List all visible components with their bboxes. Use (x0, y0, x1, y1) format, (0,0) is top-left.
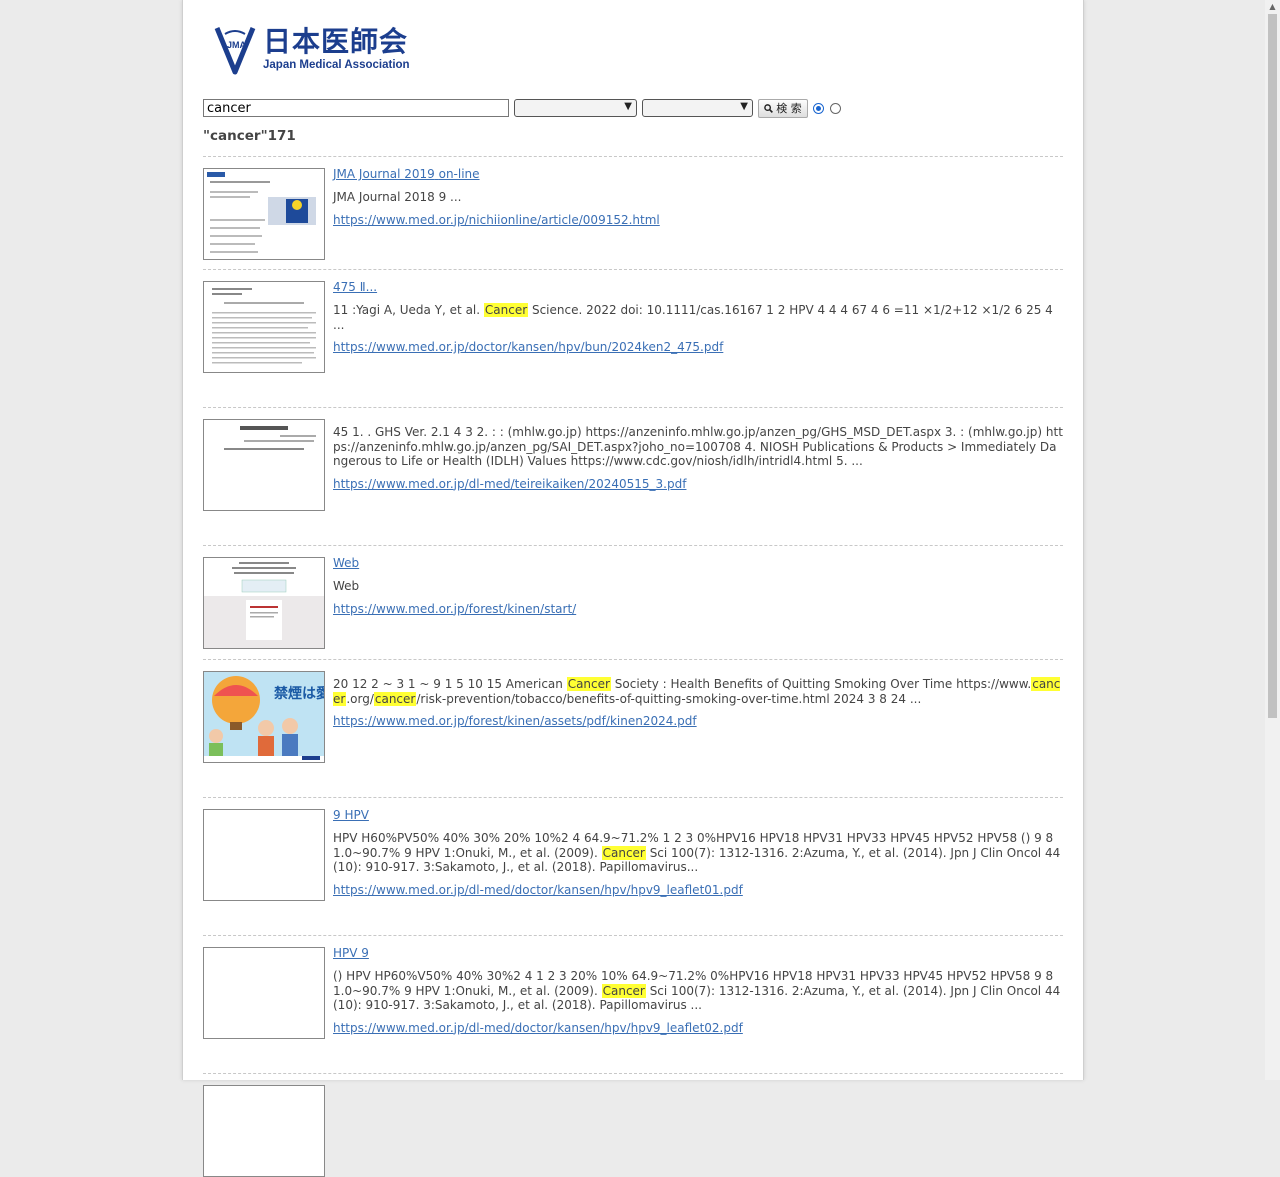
result-count: "cancer"171 (203, 128, 296, 144)
result-url-link[interactable]: https://www.med.or.jp/dl-med/doctor/kans… (333, 1021, 1063, 1035)
page-scrollbar[interactable]: ▲ (1265, 0, 1280, 1080)
search-result: Web Web https://www.med.or.jp/forest/kin… (203, 545, 1063, 659)
scroll-up-arrow-icon[interactable]: ▲ (1265, 0, 1280, 14)
search-result: 9 HPV HPV H60%PV50% 40% 30% 20% 10%2 4 6… (203, 797, 1063, 935)
result-url-link[interactable]: https://www.med.or.jp/dl-med/doctor/kans… (333, 883, 1063, 897)
result-url-link[interactable]: https://www.med.or.jp/nichiionline/artic… (333, 213, 1063, 227)
chevron-down-icon: ▼ (740, 101, 748, 112)
keyword-highlight: Cancer (566, 677, 611, 691)
keyword-highlight: Cancer (601, 983, 646, 998)
result-snippet: JMA Journal 2018 9 ... (333, 190, 462, 204)
result-title-link[interactable]: Web (333, 555, 1063, 571)
logo-english-text: Japan Medical Association (263, 59, 410, 72)
result-snippet: Web (333, 579, 360, 593)
result-count-query: "cancer" (203, 128, 268, 144)
search-button[interactable]: 検 索 (758, 98, 808, 118)
result-url-link[interactable]: https://www.med.or.jp/dl-med/teireikaike… (333, 477, 1063, 491)
result-thumbnail[interactable] (203, 419, 325, 511)
search-button-label: 検 索 (776, 102, 802, 115)
search-result: JMA Journal 2019 on-line JMA Journal 201… (203, 156, 1063, 269)
chevron-down-icon: ▼ (624, 101, 632, 112)
search-scope-select[interactable]: ▼ (514, 99, 637, 117)
result-url-link[interactable]: https://www.med.or.jp/forest/kinen/start… (333, 602, 1063, 616)
jma-logo[interactable]: JMA 日本医師会 Japan Medical Association (213, 22, 410, 78)
page-container: JMA 日本医師会 Japan Medical Association ▼ ▼ … (182, 0, 1084, 1177)
result-url-link[interactable]: https://www.med.or.jp/forest/kinen/asset… (333, 714, 1063, 728)
result-thumbnail[interactable] (203, 281, 325, 373)
scrollbar-thumb[interactable] (1268, 14, 1277, 718)
result-thumbnail[interactable] (203, 557, 325, 649)
keyword-highlight: Cancer (483, 303, 529, 317)
result-snippet: 11 :Yagi A, Ueda Y, et al. Cancer Scienc… (333, 303, 1053, 332)
result-title-link[interactable]: HPV 9 (333, 945, 1063, 961)
radio-option-2[interactable] (830, 102, 842, 114)
result-thumbnail[interactable]: 禁煙は愛 (203, 671, 325, 763)
result-thumbnail[interactable] (203, 809, 325, 901)
search-input[interactable] (203, 99, 509, 117)
radio-button[interactable] (830, 102, 841, 114)
result-title-link[interactable]: JMA Journal 2019 on-line (333, 166, 1063, 182)
jma-logo-mark-icon: JMA (214, 27, 256, 75)
search-result: 475 Ⅱ... 11 :Yagi A, Ueda Y, et al. Canc… (203, 269, 1063, 407)
result-url-link[interactable]: https://www.med.or.jp/doctor/kansen/hpv/… (333, 340, 1063, 354)
result-snippet: HPV H60%PV50% 40% 30% 20% 10%2 4 64.9~71… (333, 831, 1061, 874)
result-thumbnail[interactable] (203, 168, 325, 260)
result-count-number: 171 (267, 128, 296, 144)
search-result: HPV 9 () HPV HP60%V50% 40% 30%2 4 1 2 3 … (203, 935, 1063, 1073)
radio-option-1[interactable] (813, 102, 825, 114)
result-thumbnail[interactable] (203, 1085, 325, 1177)
radio-button-selected[interactable] (813, 102, 824, 114)
result-title-link[interactable]: 475 Ⅱ... (333, 279, 1063, 295)
search-sort-select[interactable]: ▼ (642, 99, 753, 117)
search-icon (764, 103, 774, 113)
search-bar: ▼ ▼ 検 索 (203, 98, 1063, 118)
result-thumbnail[interactable] (203, 947, 325, 1039)
search-result: 45 1. . GHS Ver. 2.1 4 3 2. : : (mhlw.go… (203, 407, 1063, 545)
svg-text:禁煙は愛: 禁煙は愛 (274, 685, 324, 702)
result-title-link[interactable]: 9 HPV (333, 807, 1063, 823)
result-snippet: 20 12 2 ~ 3 1 ~ 9 1 5 10 15 American Can… (333, 677, 1061, 706)
results-list: JMA Journal 2019 on-line JMA Journal 201… (203, 156, 1063, 1177)
logo-japanese-text: 日本医師会 (263, 25, 409, 59)
result-snippet: 45 1. . GHS Ver. 2.1 4 3 2. : : (mhlw.go… (333, 425, 1063, 468)
keyword-highlight: Cancer (601, 845, 646, 860)
search-result: 禁煙は愛 20 12 2 ~ 3 1 ~ 9 1 5 10 15 America… (203, 659, 1063, 797)
keyword-highlight: cancer (373, 691, 417, 706)
result-snippet: () HPV HP60%V50% 40% 30%2 4 1 2 3 20% 10… (333, 969, 1061, 1012)
svg-text:JMA: JMA (227, 40, 247, 50)
search-result (203, 1073, 1063, 1177)
